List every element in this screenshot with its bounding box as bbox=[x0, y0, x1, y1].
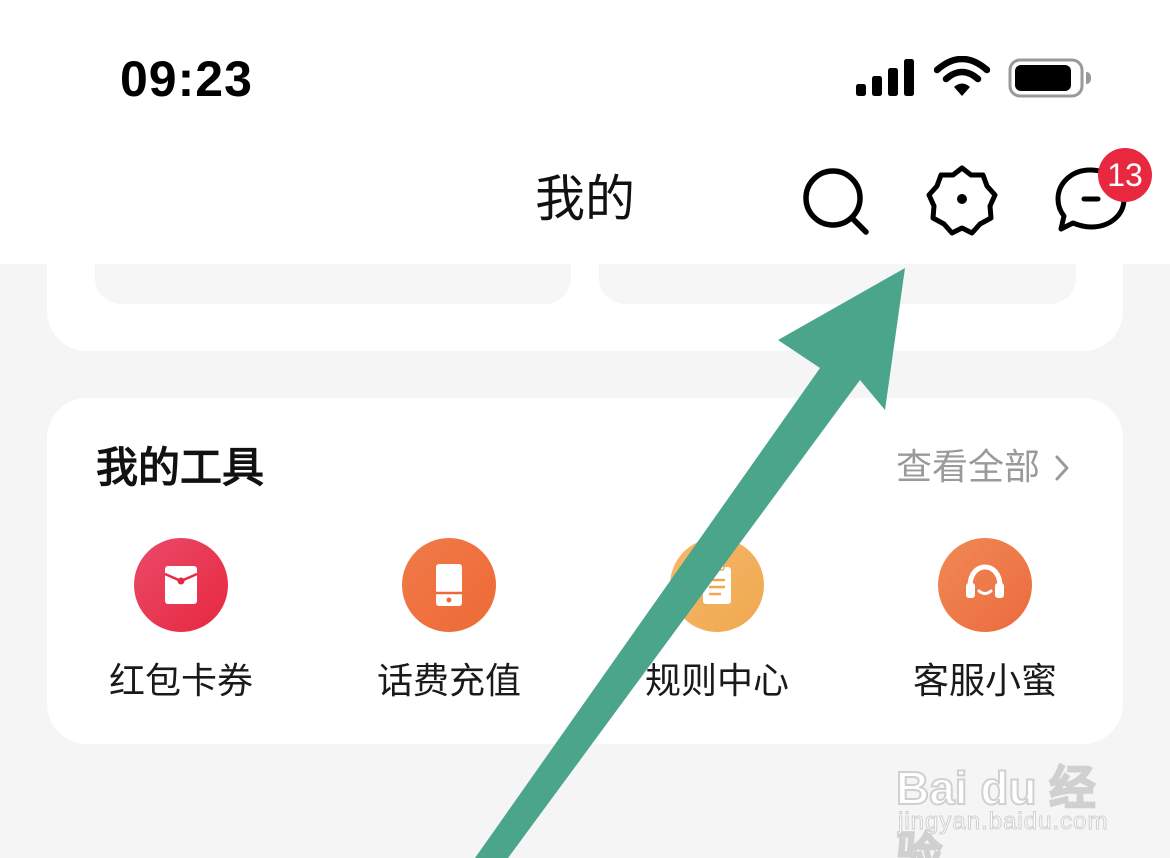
tool-label: 话费充值 bbox=[376, 661, 521, 702]
view-all-link[interactable]: 查看全部 bbox=[896, 444, 1070, 492]
search-icon bbox=[803, 168, 869, 235]
status-time: 09:23 bbox=[120, 51, 253, 107]
tool-phone-topup[interactable]: 话费充值 bbox=[349, 538, 549, 708]
tool-rules-center[interactable]: 规则中心 bbox=[617, 538, 817, 708]
settings-button[interactable] bbox=[924, 162, 1000, 238]
status-bar: 09:23 bbox=[0, 0, 1170, 140]
watermark: Bai du 经验 jingyan.baidu.com bbox=[895, 732, 1126, 858]
battery-icon bbox=[1008, 58, 1091, 98]
message-count-badge: 13 bbox=[1098, 148, 1152, 202]
profile-card-tile-left[interactable] bbox=[95, 264, 571, 304]
tool-coupons[interactable]: 红包卡券 bbox=[81, 538, 281, 708]
headset-icon bbox=[938, 538, 1032, 632]
coupon-envelope-icon bbox=[134, 538, 228, 632]
watermark-logo: Bai du 经验 bbox=[895, 761, 1096, 858]
phone-topup-icon bbox=[402, 538, 496, 632]
wifi-icon bbox=[934, 56, 990, 96]
document-icon bbox=[670, 538, 764, 632]
tool-label: 规则中心 bbox=[644, 661, 789, 702]
tool-label: 红包卡券 bbox=[108, 661, 253, 702]
watermark-url: jingyan.baidu.com bbox=[897, 808, 1109, 836]
tool-label: 客服小蜜 bbox=[912, 661, 1057, 702]
view-all-label: 查看全部 bbox=[896, 447, 1041, 488]
search-button[interactable] bbox=[800, 166, 872, 238]
profile-card-tile-right[interactable] bbox=[599, 264, 1076, 304]
signal-icon bbox=[856, 59, 914, 96]
chevron-right-icon bbox=[1055, 455, 1069, 481]
tool-customer-service[interactable]: 客服小蜜 bbox=[885, 538, 1085, 708]
tools-section-title: 我的工具 bbox=[96, 443, 265, 492]
settings-icon bbox=[926, 165, 998, 236]
